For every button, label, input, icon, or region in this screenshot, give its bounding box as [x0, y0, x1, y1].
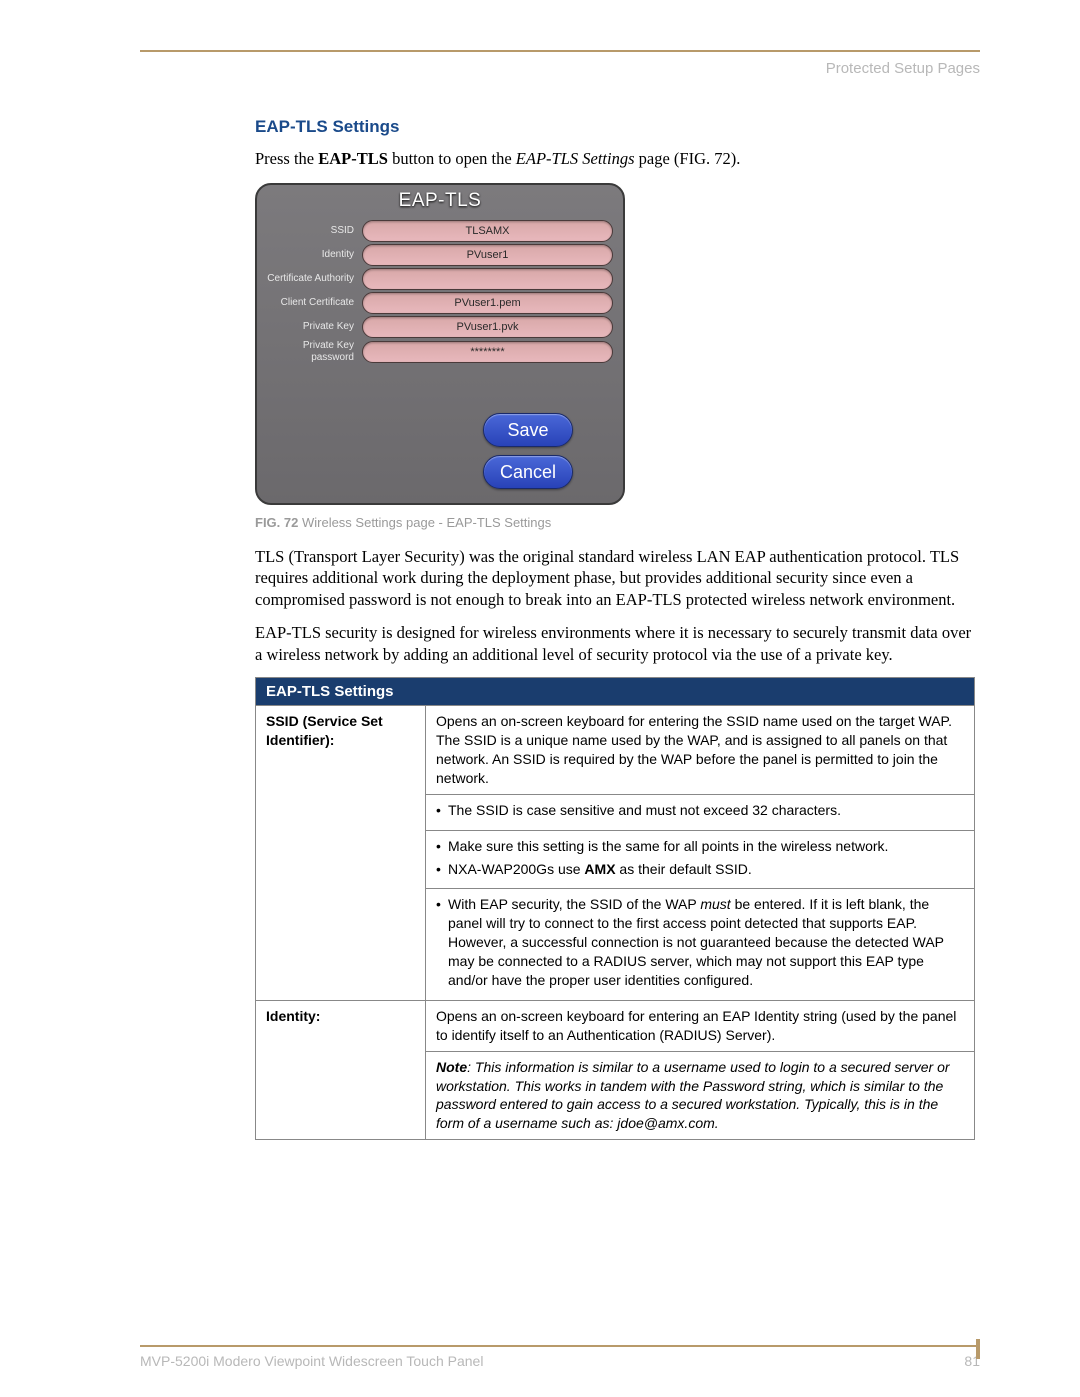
figure-caption: FIG. 72 Wireless Settings page - EAP-TLS… — [255, 515, 980, 530]
client-cert-label: Client Certificate — [267, 297, 362, 309]
ssid-bullets-1: The SSID is case sensitive and must not … — [426, 794, 975, 830]
eap-tls-screenshot: EAP-TLS SSID TLSAMX Identity PVuser1 Cer… — [255, 183, 625, 505]
eap-tls-settings-table: EAP-TLS Settings SSID (Service Set Ident… — [255, 677, 975, 1140]
body-para-2: EAP-TLS security is designed for wireles… — [255, 622, 975, 665]
private-key-input[interactable]: PVuser1.pvk — [362, 316, 613, 338]
cancel-button[interactable]: Cancel — [483, 455, 573, 489]
body-para-1: TLS (Transport Layer Security) was the o… — [255, 546, 975, 610]
identity-row-label: Identity: — [256, 1000, 426, 1139]
ssid-input[interactable]: TLSAMX — [362, 220, 613, 242]
identity-note: Note: This information is similar to a u… — [426, 1051, 975, 1140]
ssid-row-label: SSID (Service Set Identifier): — [256, 706, 426, 1001]
cert-authority-input[interactable] — [362, 268, 613, 290]
footer-left: MVP-5200i Modero Viewpoint Widescreen To… — [140, 1353, 483, 1369]
cert-authority-label: Certificate Authority — [267, 273, 362, 285]
identity-desc-1: Opens an on-screen keyboard for entering… — [426, 1000, 975, 1051]
table-row: Identity: Opens an on-screen keyboard fo… — [256, 1000, 975, 1051]
page-footer: MVP-5200i Modero Viewpoint Widescreen To… — [140, 1345, 980, 1369]
screenshot-title: EAP-TLS — [257, 185, 623, 216]
private-key-pw-label: Private Key password — [267, 340, 362, 363]
ssid-bullets-3: With EAP security, the SSID of the WAP m… — [426, 889, 975, 1000]
table-header: EAP-TLS Settings — [256, 678, 975, 706]
ssid-label: SSID — [267, 225, 362, 237]
client-cert-input[interactable]: PVuser1.pem — [362, 292, 613, 314]
page-header-section: Protected Setup Pages — [140, 60, 980, 77]
section-title: EAP-TLS Settings — [255, 117, 980, 137]
intro-paragraph: Press the EAP-TLS button to open the EAP… — [255, 149, 980, 169]
ssid-bullets-2: Make sure this setting is the same for a… — [426, 830, 975, 889]
save-button[interactable]: Save — [483, 413, 573, 447]
identity-label: Identity — [267, 249, 362, 261]
identity-input[interactable]: PVuser1 — [362, 244, 613, 266]
private-key-label: Private Key — [267, 321, 362, 333]
ssid-desc-1: Opens an on-screen keyboard for entering… — [426, 706, 975, 795]
table-row: SSID (Service Set Identifier): Opens an … — [256, 706, 975, 795]
private-key-pw-input[interactable]: ******** — [362, 341, 613, 363]
